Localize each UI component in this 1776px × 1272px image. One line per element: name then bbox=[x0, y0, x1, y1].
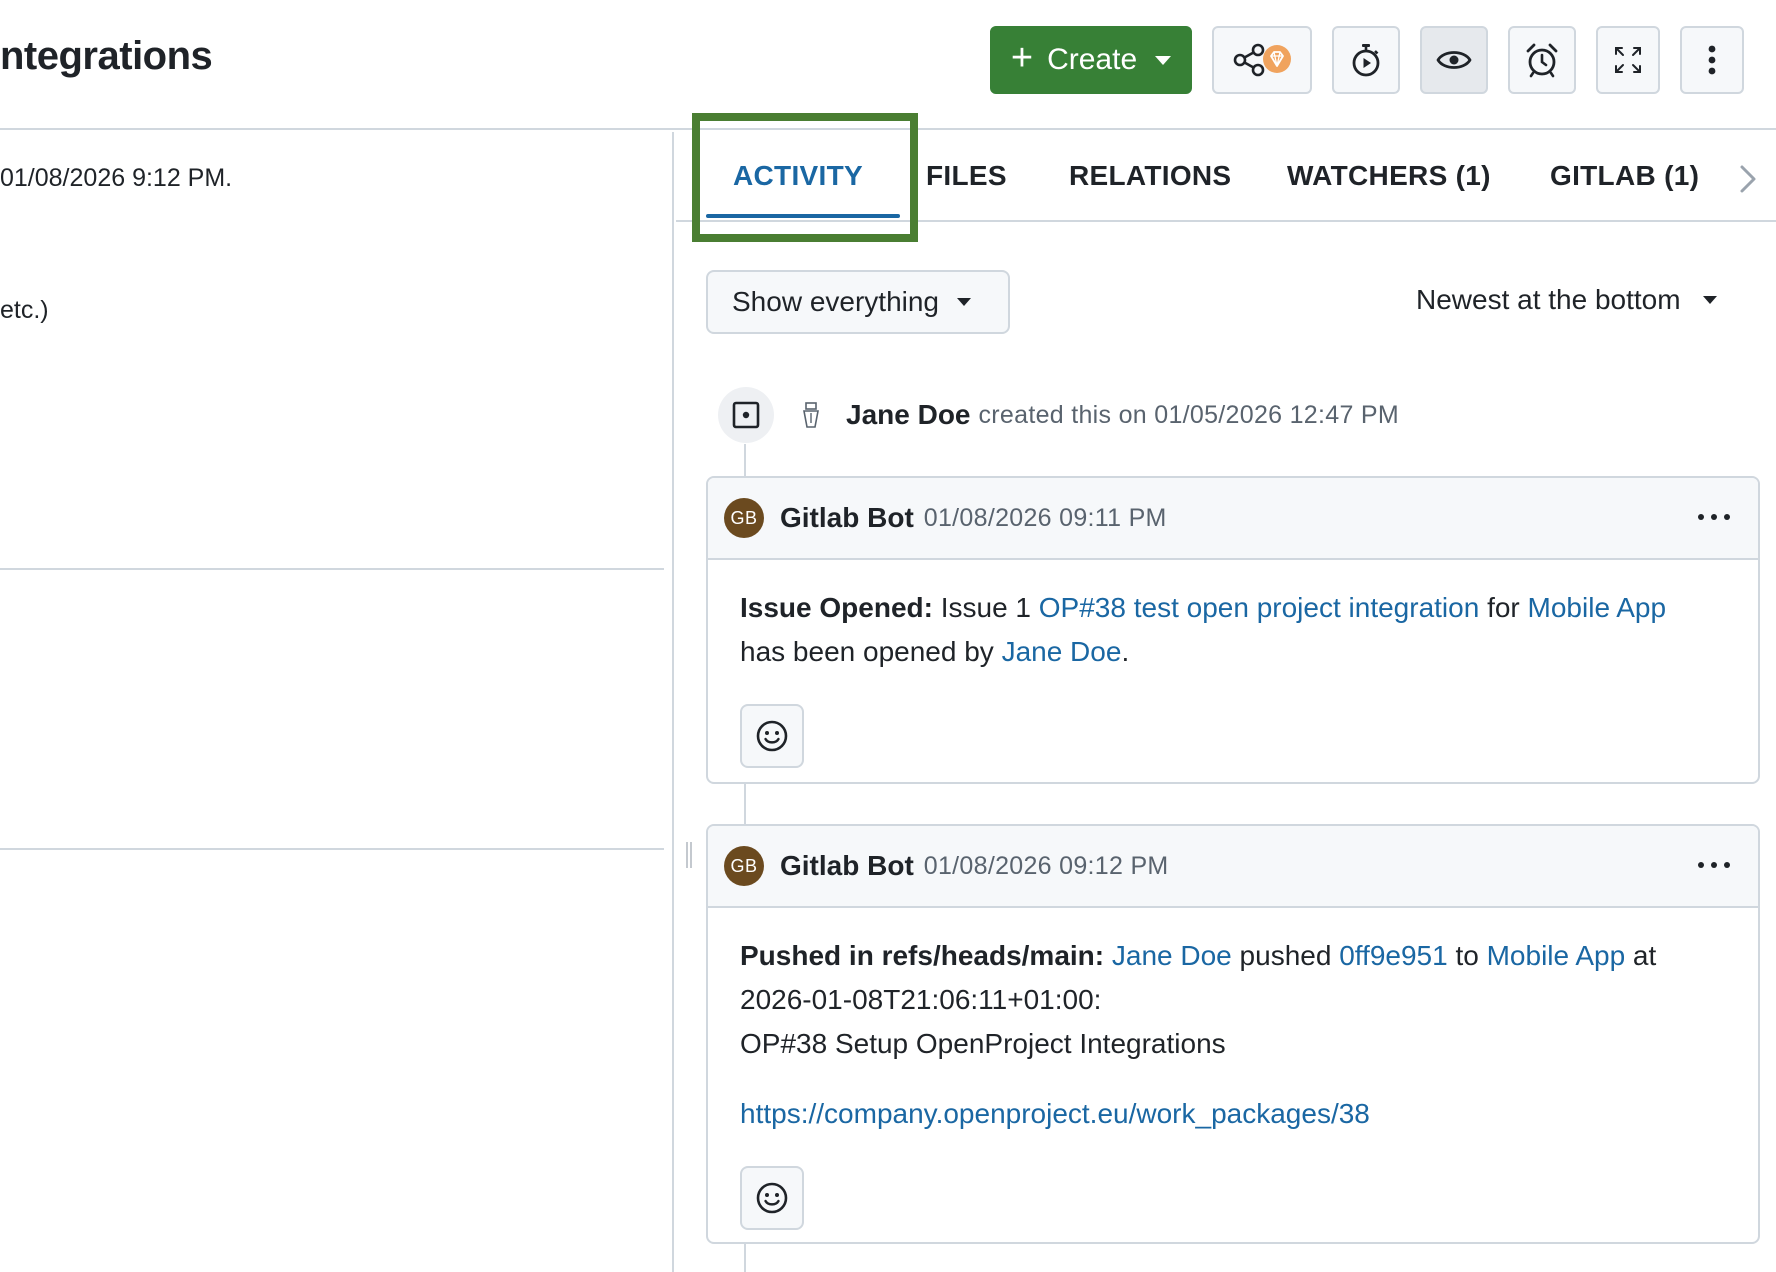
activity-filter-label: Show everything bbox=[732, 286, 940, 317]
created-by-author[interactable]: Jane Doe bbox=[846, 399, 971, 431]
focus-highlight bbox=[692, 113, 918, 242]
comment-body: Issue Opened: Issue 1 OP#38 test open pr… bbox=[708, 560, 1758, 674]
add-reaction-button[interactable] bbox=[740, 1166, 804, 1230]
comment-text: 2026-01-08T21:06:11+01:00: bbox=[740, 984, 1102, 1015]
ellipsis-icon[interactable] bbox=[1698, 862, 1730, 868]
activity-filter-dropdown[interactable]: Show everything bbox=[706, 270, 1010, 334]
fullscreen-icon bbox=[1615, 47, 1641, 73]
page-title: ntegrations bbox=[0, 34, 213, 78]
timer-icon bbox=[1352, 44, 1380, 77]
comment-author[interactable]: Gitlab Bot bbox=[780, 502, 914, 534]
work-package-details-pane: 01/08/2026 9:12 PM. etc.) bbox=[0, 132, 674, 1272]
create-button[interactable]: + Create bbox=[990, 26, 1192, 94]
created-by-text: created this on 01/05/2026 12:47 PM bbox=[978, 400, 1400, 429]
fullscreen-button[interactable] bbox=[1596, 26, 1660, 94]
page-header: ntegrations + Create bbox=[0, 0, 1776, 130]
activity-created-entry: Jane Doe created this on 01/05/2026 12:4… bbox=[718, 386, 1399, 444]
activity-comment: GB Gitlab Bot 01/08/2026 09:11 PM Issue … bbox=[706, 476, 1760, 784]
emoji-icon bbox=[756, 1182, 788, 1214]
section-divider bbox=[0, 848, 664, 850]
ellipsis-icon[interactable] bbox=[1698, 514, 1730, 520]
comment-text: has been opened by bbox=[740, 636, 1002, 667]
comment-header: GB Gitlab Bot 01/08/2026 09:11 PM bbox=[708, 478, 1758, 560]
project-link[interactable]: Mobile App bbox=[1487, 940, 1626, 971]
comment-author[interactable]: Gitlab Bot bbox=[780, 850, 914, 882]
commit-link[interactable]: 0ff9e951 bbox=[1339, 940, 1448, 971]
reminder-button[interactable] bbox=[1508, 26, 1576, 94]
project-link[interactable]: Mobile App bbox=[1528, 592, 1667, 623]
description-text-line: etc.) bbox=[0, 296, 49, 324]
tab-gitlab[interactable]: GITLAB (1) bbox=[1550, 160, 1699, 192]
comment-text: . bbox=[1121, 636, 1130, 667]
watch-button[interactable] bbox=[1420, 26, 1488, 94]
caret-down-icon bbox=[1702, 296, 1717, 304]
chevron-right-icon[interactable] bbox=[1732, 162, 1762, 196]
more-actions-button[interactable] bbox=[1680, 26, 1744, 94]
share-icon bbox=[1233, 43, 1265, 77]
comment-text: Issue 1 bbox=[932, 592, 1039, 623]
activity-comment: GB Gitlab Bot 01/08/2026 09:12 PM Pushed… bbox=[706, 824, 1760, 1244]
tab-files[interactable]: FILES bbox=[926, 160, 1007, 192]
more-vertical-icon bbox=[1708, 45, 1716, 75]
work-package-icon bbox=[718, 387, 774, 443]
comment-timestamp[interactable]: 01/08/2026 09:11 PM bbox=[924, 504, 1167, 533]
add-reaction-button[interactable] bbox=[740, 704, 804, 768]
section-divider bbox=[0, 568, 664, 570]
work-package-url-link[interactable]: https://company.openproject.eu/work_pack… bbox=[740, 1098, 1370, 1129]
description-text-line: 01/08/2026 9:12 PM. bbox=[0, 164, 233, 192]
tab-relations[interactable]: RELATIONS bbox=[1069, 160, 1231, 192]
create-button-label: Create bbox=[1047, 43, 1138, 76]
comment-heading: Issue Opened: bbox=[740, 592, 933, 623]
pane-resize-handle[interactable] bbox=[686, 842, 692, 868]
issue-link[interactable]: OP#38 test open project integration bbox=[1039, 592, 1480, 623]
avatar: GB bbox=[724, 498, 764, 538]
comment-text: to bbox=[1447, 940, 1487, 971]
user-link[interactable]: Jane Doe bbox=[1112, 940, 1232, 971]
premium-badge-icon bbox=[1263, 45, 1291, 73]
time-tracking-button[interactable] bbox=[1332, 26, 1400, 94]
alarm-icon bbox=[1526, 43, 1558, 78]
comment-text: OP#38 Setup OpenProject Integrations bbox=[740, 1028, 1226, 1059]
user-link[interactable]: Jane Doe bbox=[1002, 636, 1122, 667]
timeline-connector bbox=[744, 782, 746, 826]
tab-watchers[interactable]: WATCHERS (1) bbox=[1287, 160, 1491, 192]
comment-timestamp[interactable]: 01/08/2026 09:12 PM bbox=[924, 852, 1169, 881]
comment-heading: Pushed in refs/heads/main: bbox=[740, 940, 1105, 971]
comment-text: at bbox=[1625, 940, 1657, 971]
share-button[interactable] bbox=[1212, 26, 1312, 94]
emoji-icon bbox=[756, 720, 788, 752]
sort-order-dropdown[interactable]: Newest at the bottom bbox=[1416, 284, 1717, 316]
comment-text: pushed bbox=[1231, 940, 1340, 971]
caret-down-icon bbox=[957, 298, 972, 306]
user-avatar-icon bbox=[798, 400, 824, 430]
comment-text: for bbox=[1479, 592, 1528, 623]
timeline-connector bbox=[744, 1242, 746, 1272]
caret-down-icon bbox=[1155, 55, 1172, 65]
timeline-connector bbox=[744, 444, 746, 478]
avatar: GB bbox=[724, 846, 764, 886]
comment-body: Pushed in refs/heads/main: Jane Doe push… bbox=[708, 908, 1758, 1136]
eye-icon bbox=[1436, 51, 1472, 69]
sort-order-label: Newest at the bottom bbox=[1416, 284, 1681, 315]
comment-header: GB Gitlab Bot 01/08/2026 09:12 PM bbox=[708, 826, 1758, 908]
plus-icon: + bbox=[1010, 37, 1034, 79]
